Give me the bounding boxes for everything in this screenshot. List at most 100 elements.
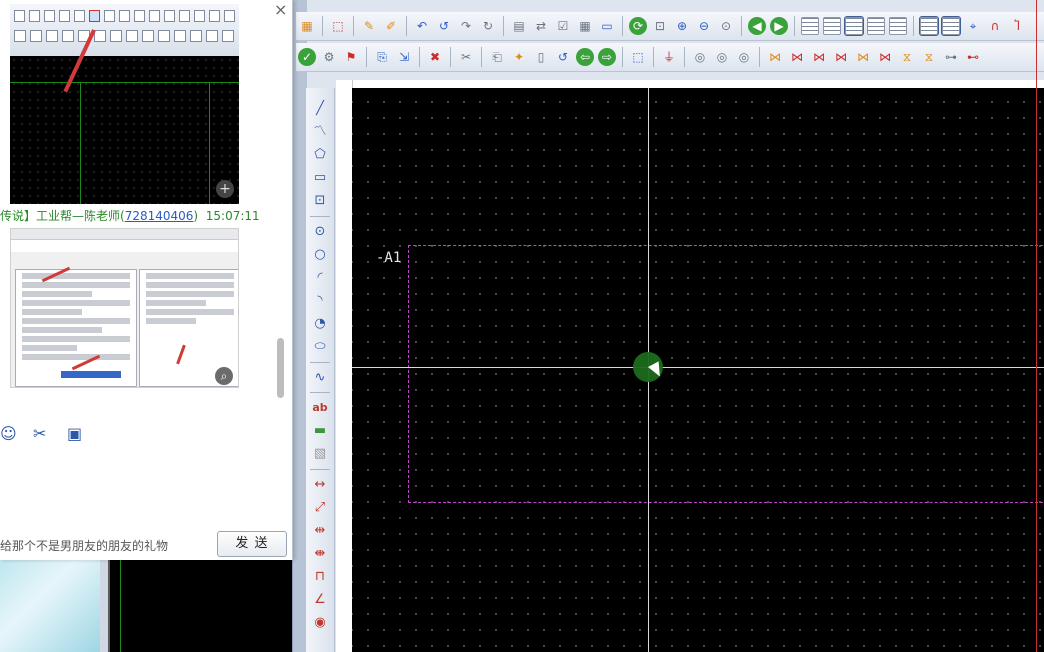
polyline-icon[interactable]: 〽 xyxy=(311,123,329,141)
center-rectangle-icon[interactable]: ⊡ xyxy=(311,192,329,210)
ellipse-icon[interactable]: ⬭ xyxy=(311,338,329,356)
message-time: 15:07:11 xyxy=(205,209,260,223)
arc-three-point-icon[interactable]: ◝ xyxy=(311,292,329,310)
sender-id-link[interactable]: 728140406 xyxy=(125,209,194,223)
brush-icon[interactable]: ✐ xyxy=(382,17,400,35)
pane-divider[interactable] xyxy=(292,0,307,652)
dimension-baseline-icon[interactable]: ⊓ xyxy=(311,568,329,586)
spline-icon[interactable]: ∿ xyxy=(311,369,329,387)
sector-icon[interactable]: ◔ xyxy=(311,315,329,333)
wire-h-icon[interactable]: ⧖ xyxy=(920,48,938,66)
grid-e-icon[interactable] xyxy=(889,17,907,35)
image-insert-icon[interactable]: ▬ xyxy=(311,422,329,440)
zoom-out-icon[interactable]: ⊖ xyxy=(695,17,713,35)
text-icon[interactable]: ab xyxy=(311,399,329,417)
device-icon[interactable]: ⏚ xyxy=(660,48,678,66)
rectangle-icon[interactable]: ▭ xyxy=(311,169,329,187)
macro-c-icon[interactable]: ◎ xyxy=(735,48,753,66)
forward-icon[interactable]: ▶ xyxy=(770,17,788,35)
macro-a-icon[interactable]: ◎ xyxy=(691,48,709,66)
undo-icon[interactable]: ↶ xyxy=(413,17,431,35)
page-icon[interactable]: ▤ xyxy=(510,17,528,35)
copy-icon[interactable]: ⎗ xyxy=(488,48,506,66)
undo-list-icon[interactable]: ↺ xyxy=(435,17,453,35)
select-all-icon[interactable]: ⬚ xyxy=(629,48,647,66)
close-icon[interactable]: × xyxy=(274,0,287,19)
arc-icon[interactable]: ◜ xyxy=(311,269,329,287)
expand-icon[interactable]: + xyxy=(216,180,234,198)
move-icon[interactable]: ⇲ xyxy=(395,48,413,66)
rotate-icon[interactable]: ↺ xyxy=(554,48,572,66)
crosshair-icon[interactable]: ⌖ xyxy=(964,17,982,35)
zoom-window-icon[interactable]: ⊡ xyxy=(651,17,669,35)
hatch-icon[interactable]: ▧ xyxy=(311,445,329,463)
macro-b-icon[interactable]: ◎ xyxy=(713,48,731,66)
wire-d-icon[interactable]: ⋈ xyxy=(832,48,850,66)
wire-j-icon[interactable]: ⊷ xyxy=(964,48,982,66)
settings-icon[interactable]: ⚙ xyxy=(320,48,338,66)
redo-list-icon[interactable]: ↻ xyxy=(479,17,497,35)
line-icon[interactable]: ╱ xyxy=(311,100,329,118)
grid-c-icon[interactable] xyxy=(844,16,864,36)
wire-g-icon[interactable]: ⧖ xyxy=(898,48,916,66)
refresh-icon[interactable]: ⟳ xyxy=(629,17,647,35)
page-border-line xyxy=(1036,0,1037,652)
wire-b-icon[interactable]: ⋈ xyxy=(788,48,806,66)
grid-d-icon[interactable] xyxy=(867,17,885,35)
redo-icon[interactable]: ↷ xyxy=(457,17,475,35)
format-painter-icon[interactable]: ✎ xyxy=(360,17,378,35)
ok-icon[interactable]: ✓ xyxy=(298,48,316,66)
connector-icon[interactable]: Ⴈ xyxy=(1008,17,1026,35)
chat-window: × + 传说】工业帮—陈老师(728140406) 15:07:11 ⌕ ☺ ✂… xyxy=(0,0,293,560)
dimension-linear-icon[interactable]: ↔ xyxy=(311,476,329,494)
snap-object-icon[interactable] xyxy=(941,16,961,36)
crosshair-horizontal xyxy=(352,367,1044,368)
image-icon[interactable]: ▣ xyxy=(67,424,82,443)
magnet-icon[interactable]: ∩ xyxy=(986,17,1004,35)
tool-icon[interactable]: ✂ xyxy=(457,48,475,66)
plc-box-frame[interactable] xyxy=(408,245,1044,503)
grid-b-icon[interactable] xyxy=(823,17,841,35)
insert-icon[interactable]: ⎘ xyxy=(373,48,391,66)
window-icon[interactable]: ▭ xyxy=(598,17,616,35)
wire-c-icon[interactable]: ⋈ xyxy=(810,48,828,66)
select-area-icon[interactable]: ⬚ xyxy=(329,17,347,35)
zoom-fit-icon[interactable]: ⊙ xyxy=(717,17,735,35)
circle-center-icon[interactable]: ⊙ xyxy=(311,223,329,241)
dimension-chain-icon[interactable]: ⇹ xyxy=(311,522,329,540)
dimension-radius-icon[interactable]: ◉ xyxy=(311,614,329,632)
back-icon[interactable]: ◀ xyxy=(748,17,766,35)
swap-icon[interactable]: ⇄ xyxy=(532,17,550,35)
chat-input[interactable]: 给那个不是男朋友的朋友的礼物 xyxy=(0,537,168,554)
message-meta: 传说】工业帮—陈老师(728140406) 15:07:11 xyxy=(0,209,260,223)
polygon-icon[interactable]: ⬠ xyxy=(311,146,329,164)
zoom-icon[interactable]: ⌕ xyxy=(215,367,233,385)
zoom-in-icon[interactable]: ⊕ xyxy=(673,17,691,35)
paste-icon[interactable]: ▦ xyxy=(298,17,316,35)
scissors-icon[interactable]: ✂ xyxy=(33,424,46,443)
wire-e-icon[interactable]: ⋈ xyxy=(854,48,872,66)
dimension-increment-icon[interactable]: ⇼ xyxy=(311,545,329,563)
wire-f-icon[interactable]: ⋈ xyxy=(876,48,894,66)
wire-a-icon[interactable]: ⋈ xyxy=(766,48,784,66)
check-icon[interactable]: ☑ xyxy=(554,17,572,35)
delete-icon[interactable]: ✖ xyxy=(426,48,444,66)
table-icon[interactable]: ▦ xyxy=(576,17,594,35)
new-page-icon[interactable]: ✦ xyxy=(510,48,528,66)
grid-a-icon[interactable] xyxy=(801,17,819,35)
wire-i-icon[interactable]: ⊶ xyxy=(942,48,960,66)
device-tag-label: -A1 xyxy=(376,250,402,266)
chat-scrollbar[interactable] xyxy=(277,338,284,398)
chat-screenshot-toolbar[interactable]: + xyxy=(10,4,239,204)
emoji-icon[interactable]: ☺ xyxy=(0,424,17,443)
circle-icon[interactable]: ○ xyxy=(311,246,329,264)
dimension-aligned-icon[interactable]: ⤢ xyxy=(311,499,329,517)
arrow-right-icon[interactable]: ⇨ xyxy=(598,48,616,66)
arrow-left-icon[interactable]: ⇦ xyxy=(576,48,594,66)
snap-grid-icon[interactable] xyxy=(919,16,939,36)
send-button[interactable]: 发 送 xyxy=(217,531,287,557)
dimension-angle-icon[interactable]: ∠ xyxy=(311,591,329,609)
chat-screenshot-dialog[interactable]: ⌕ xyxy=(10,228,239,388)
doc-icon[interactable]: ▯ xyxy=(532,48,550,66)
flag-icon[interactable]: ⚑ xyxy=(342,48,360,66)
